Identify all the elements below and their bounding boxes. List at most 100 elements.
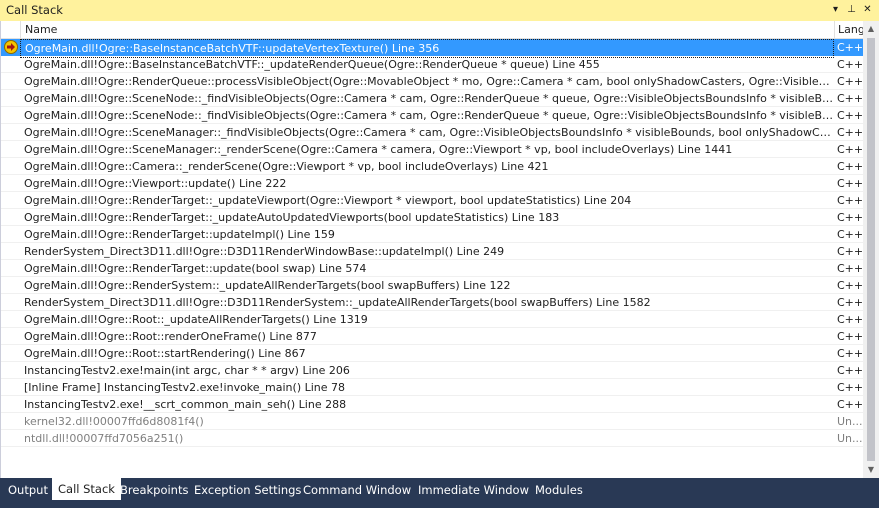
frame-language: C++ <box>837 109 863 122</box>
frame-language: C++ <box>837 296 863 309</box>
frame-name: OgreMain.dll!Ogre::Camera::_renderScene(… <box>24 160 549 173</box>
frame-indicator-gutter <box>1 362 20 379</box>
frame-name: OgreMain.dll!Ogre::RenderTarget::_update… <box>24 194 632 207</box>
frame-name: OgreMain.dll!Ogre::RenderTarget::update(… <box>24 262 367 275</box>
current-frame-arrow-icon <box>4 40 18 54</box>
frame-name: OgreMain.dll!Ogre::RenderQueue::processV… <box>24 75 834 88</box>
call-stack-frame-row[interactable]: OgreMain.dll!Ogre::SceneNode::_findVisib… <box>1 107 863 124</box>
call-stack-frame-row[interactable]: OgreMain.dll!Ogre::RenderSystem::_update… <box>1 277 863 294</box>
frame-name: OgreMain.dll!Ogre::SceneManager::_render… <box>24 143 733 156</box>
call-stack-frame-row[interactable]: OgreMain.dll!Ogre::RenderTarget::update(… <box>1 260 863 277</box>
frame-indicator-gutter <box>1 158 20 175</box>
call-stack-frame-row[interactable]: RenderSystem_Direct3D11.dll!Ogre::D3D11R… <box>1 243 863 260</box>
call-stack-frame-row[interactable]: ntdll.dll!00007ffd7056a251() Un... <box>1 430 863 447</box>
frame-language: C++ <box>837 245 863 258</box>
frame-indicator-gutter <box>1 192 20 209</box>
frame-name: OgreMain.dll!Ogre::Root::_updateAllRende… <box>24 313 368 326</box>
frame-indicator-gutter <box>1 379 20 396</box>
call-stack-frame-row[interactable]: OgreMain.dll!Ogre::Root::_updateAllRende… <box>1 311 863 328</box>
frame-language: C++ <box>837 313 863 326</box>
frame-language: C++ <box>837 58 863 71</box>
frame-name: RenderSystem_Direct3D11.dll!Ogre::D3D11R… <box>24 245 505 258</box>
call-stack-frame-row[interactable]: kernel32.dll!00007ffd6d8081f4() Un... <box>1 413 863 430</box>
frame-indicator-gutter <box>1 141 20 158</box>
frame-language: Un... <box>837 432 863 445</box>
frame-indicator-gutter <box>1 345 20 362</box>
call-stack-frame-row[interactable]: OgreMain.dll!Ogre::Viewport::update() Li… <box>1 175 863 192</box>
frame-name: InstancingTestv2.exe!__scrt_common_main_… <box>24 398 347 411</box>
call-stack-frame-row[interactable]: OgreMain.dll!Ogre::BaseInstanceBatchVTF:… <box>1 39 863 58</box>
frame-indicator-gutter <box>1 56 20 73</box>
frame-language: C++ <box>837 262 863 275</box>
tab-output[interactable]: Output <box>2 480 54 500</box>
frame-indicator-gutter <box>1 311 20 328</box>
call-stack-frame-row[interactable]: InstancingTestv2.exe!__scrt_common_main_… <box>1 396 863 413</box>
frame-name: OgreMain.dll!Ogre::SceneNode::_findVisib… <box>24 92 834 105</box>
frame-indicator-gutter <box>1 90 20 107</box>
frame-indicator-gutter <box>1 328 20 345</box>
pin-icon[interactable]: ⊥ <box>845 3 858 17</box>
frame-name: OgreMain.dll!Ogre::Viewport::update() Li… <box>24 177 287 190</box>
frame-language: C++ <box>837 347 863 360</box>
tab-immediate-window[interactable]: Immediate Window <box>412 480 535 500</box>
frame-name: RenderSystem_Direct3D11.dll!Ogre::D3D11R… <box>24 296 651 309</box>
frame-language: C++ <box>837 75 863 88</box>
frame-name: InstancingTestv2.exe!main(int argc, char… <box>24 364 350 377</box>
frame-name: kernel32.dll!00007ffd6d8081f4() <box>24 415 204 428</box>
call-stack-frame-row[interactable]: OgreMain.dll!Ogre::SceneManager::_findVi… <box>1 124 863 141</box>
call-stack-grid[interactable]: Name Lang OgreMain.dll!Ogre::BaseInstanc… <box>0 21 879 478</box>
frame-language: C++ <box>837 177 863 190</box>
frame-language: C++ <box>837 228 863 241</box>
frame-language: C++ <box>837 279 863 292</box>
frame-language: C++ <box>837 364 863 377</box>
call-stack-frame-row[interactable]: OgreMain.dll!Ogre::Root::renderOneFrame(… <box>1 328 863 345</box>
frame-language: C++ <box>837 41 863 54</box>
grid-header: Name Lang <box>1 21 863 39</box>
frame-language: C++ <box>837 143 863 156</box>
window-position-dropdown-icon[interactable]: ▾ <box>829 3 842 17</box>
frame-indicator-gutter <box>1 124 20 141</box>
frame-name: OgreMain.dll!Ogre::Root::renderOneFrame(… <box>24 330 317 343</box>
tab-modules[interactable]: Modules <box>529 480 589 500</box>
call-stack-frame-row[interactable]: OgreMain.dll!Ogre::SceneNode::_findVisib… <box>1 90 863 107</box>
call-stack-frame-row[interactable]: InstancingTestv2.exe!main(int argc, char… <box>1 362 863 379</box>
frame-indicator-gutter <box>1 260 20 277</box>
column-header-name[interactable]: Name <box>20 21 834 39</box>
frame-name: OgreMain.dll!Ogre::RenderTarget::updateI… <box>24 228 335 241</box>
call-stack-frame-row[interactable]: OgreMain.dll!Ogre::RenderTarget::_update… <box>1 192 863 209</box>
column-header-language[interactable]: Lang <box>834 21 863 39</box>
frame-language: C++ <box>837 160 863 173</box>
call-stack-frame-row[interactable]: OgreMain.dll!Ogre::BaseInstanceBatchVTF:… <box>1 56 863 73</box>
chevron-up-icon[interactable]: ▲ <box>863 21 879 37</box>
chevron-down-icon[interactable]: ▼ <box>863 462 879 478</box>
call-stack-frame-row[interactable]: OgreMain.dll!Ogre::RenderTarget::_update… <box>1 209 863 226</box>
tab-command-window[interactable]: Command Window <box>297 480 417 500</box>
call-stack-frame-row[interactable]: OgreMain.dll!Ogre::RenderTarget::updateI… <box>1 226 863 243</box>
tool-window-tab-bar: Output Call Stack Breakpoints Exception Set… <box>0 478 879 508</box>
call-stack-frame-row[interactable]: OgreMain.dll!Ogre::Root::startRendering(… <box>1 345 863 362</box>
call-stack-rows: OgreMain.dll!Ogre::BaseInstanceBatchVTF:… <box>1 39 863 447</box>
tool-window-title-bar: Call Stack ▾ ⊥ ✕ <box>0 0 879 21</box>
tab-call-stack[interactable]: Call Stack <box>52 478 121 500</box>
frame-indicator-gutter <box>1 413 20 430</box>
tab-breakpoints[interactable]: Breakpoints <box>114 480 194 500</box>
call-stack-frame-row[interactable]: OgreMain.dll!Ogre::SceneManager::_render… <box>1 141 863 158</box>
call-stack-frame-row[interactable]: [Inline Frame] InstancingTestv2.exe!invo… <box>1 379 863 396</box>
call-stack-frame-row[interactable]: OgreMain.dll!Ogre::Camera::_renderScene(… <box>1 158 863 175</box>
frame-name: OgreMain.dll!Ogre::SceneManager::_findVi… <box>24 126 834 139</box>
frame-language: C++ <box>837 211 863 224</box>
call-stack-frame-row[interactable]: RenderSystem_Direct3D11.dll!Ogre::D3D11R… <box>1 294 863 311</box>
close-icon[interactable]: ✕ <box>861 3 874 17</box>
frame-language: C++ <box>837 92 863 105</box>
frame-indicator-gutter <box>1 277 20 294</box>
tab-exception-settings[interactable]: Exception Settings <box>188 480 307 500</box>
frame-indicator-gutter <box>1 73 20 90</box>
frame-language: C++ <box>837 381 863 394</box>
frame-indicator-gutter <box>1 226 20 243</box>
vertical-scrollbar[interactable]: ▲ ▼ <box>863 21 879 478</box>
frame-language: C++ <box>837 398 863 411</box>
scrollbar-thumb[interactable] <box>867 38 875 461</box>
frame-indicator-gutter <box>1 175 20 192</box>
frame-name: ntdll.dll!00007ffd7056a251() <box>24 432 184 445</box>
call-stack-frame-row[interactable]: OgreMain.dll!Ogre::RenderQueue::processV… <box>1 73 863 90</box>
